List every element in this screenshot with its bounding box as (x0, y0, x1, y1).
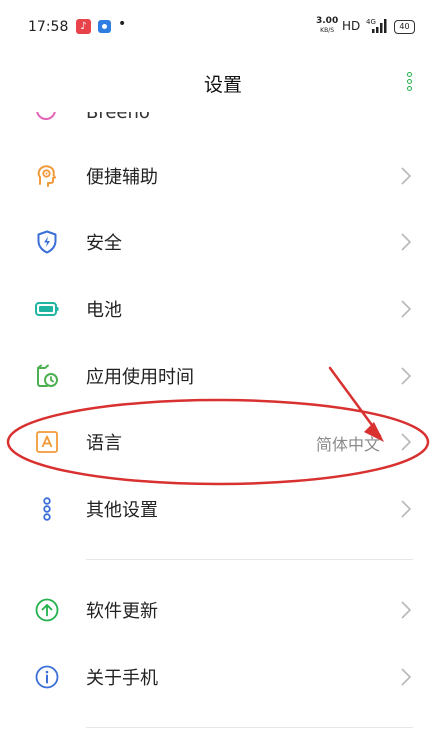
language-value: 简体中文 (315, 435, 380, 454)
partial-item-label: Breeno (86, 112, 150, 123)
chevron-right-icon (401, 167, 412, 185)
chevron-right-icon (401, 433, 412, 451)
chevron-right-icon (401, 367, 412, 385)
network-speed-unit: KB/S (320, 27, 335, 34)
settings-item-security[interactable]: 安全 (0, 209, 446, 275)
settings-item-convenience-assist[interactable]: 便捷辅助 (0, 143, 446, 209)
app-time-icon (37, 364, 58, 387)
settings-item-label: 软件更新 (86, 601, 158, 622)
settings-item-software-update[interactable]: 软件更新 (0, 577, 446, 643)
network-speed: 3.00 KB/S (316, 17, 338, 35)
hd-indicator: HD (342, 19, 361, 33)
notification-dot-icon: • (118, 16, 127, 32)
settings-item-app-usage-time[interactable]: 应用使用时间 (0, 343, 446, 409)
assist-icon (37, 165, 56, 187)
status-bar: 17:58 ♪ • 3.00 KB/S HD 4G 40 (0, 0, 446, 56)
section-divider (86, 559, 413, 560)
network-speed-value: 3.00 (316, 16, 339, 26)
settings-item-label: 安全 (86, 233, 122, 254)
settings-item-label: 语言 (86, 433, 122, 454)
battery-indicator: 40 (394, 20, 415, 34)
breeno-icon (36, 112, 56, 120)
tiktok-notification-icon: ♪ (76, 19, 91, 34)
info-icon (35, 665, 59, 689)
settings-item-label: 其他设置 (86, 500, 158, 521)
settings-item-label: 应用使用时间 (86, 367, 194, 388)
chevron-right-icon (401, 233, 412, 251)
chevron-right-icon (401, 300, 412, 318)
chevron-right-icon (401, 668, 412, 686)
settings-item-label: 电池 (86, 300, 122, 321)
page-title: 设置 (203, 74, 242, 96)
language-icon (36, 431, 58, 453)
shield-icon (37, 230, 57, 254)
partial-list-item[interactable]: Breeno (0, 112, 446, 124)
app-notification-icon (98, 20, 111, 33)
status-time: 17:58 (28, 19, 69, 35)
settings-item-label: 关于手机 (86, 668, 158, 689)
settings-item-label: 便捷辅助 (86, 167, 158, 188)
battery-icon (35, 302, 59, 316)
section-divider (86, 727, 413, 728)
network-type: 4G (366, 18, 376, 26)
update-icon (35, 598, 59, 622)
settings-item-language[interactable]: 语言 简体中文 (0, 409, 446, 475)
signal-icon: 4G (366, 18, 387, 33)
more-options-icon[interactable] (404, 72, 414, 96)
chevron-right-icon (401, 601, 412, 619)
other-settings-icon (43, 497, 51, 521)
settings-item-battery[interactable]: 电池 (0, 276, 446, 342)
settings-item-about-phone[interactable]: 关于手机 (0, 644, 446, 710)
chevron-right-icon (401, 500, 412, 518)
app-header: 设置 (0, 56, 446, 112)
settings-item-other-settings[interactable]: 其他设置 (0, 476, 446, 542)
